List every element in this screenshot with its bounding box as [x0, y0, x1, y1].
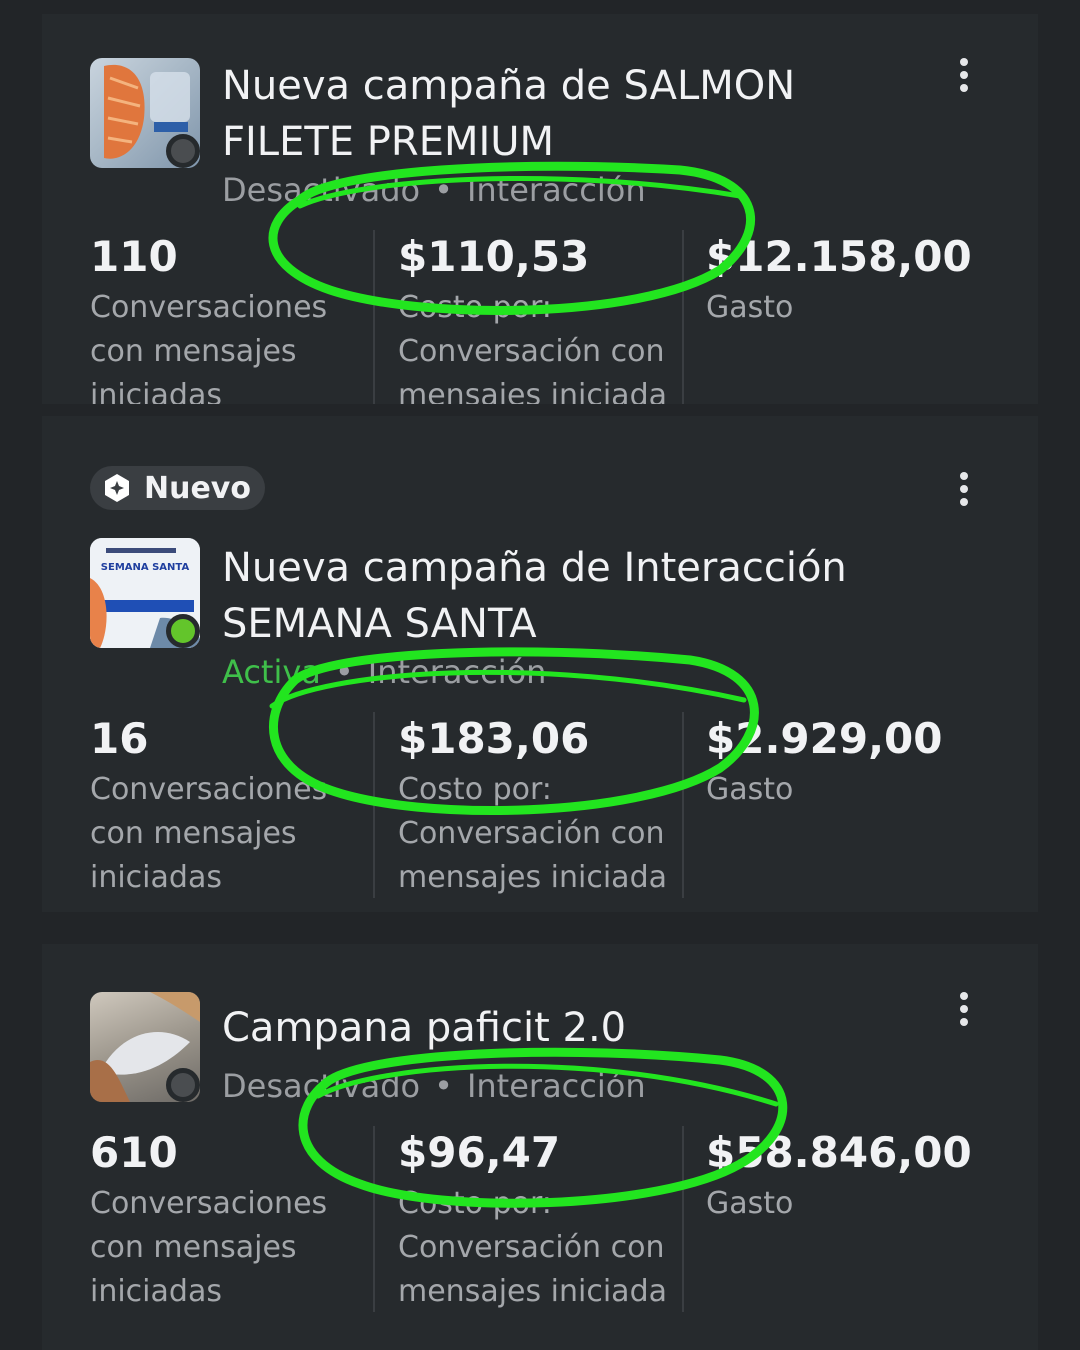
divider [682, 230, 684, 404]
divider [373, 1126, 375, 1312]
separator: • [434, 1067, 453, 1105]
campaign-card[interactable]: Nueva campaña de SALMON FILETE PREMIUM D… [42, 14, 1038, 404]
separator: • [434, 171, 453, 209]
objective-text: Interacción [367, 653, 547, 691]
sparkle-hexagon-icon [105, 474, 129, 502]
new-badge: Nuevo [90, 466, 265, 510]
divider [682, 712, 684, 898]
cost-per-result-value: $110,53 [398, 232, 590, 281]
divider [373, 230, 375, 404]
cost-per-result-label: Costo por: Conversación con mensajes ini… [398, 1186, 667, 1309]
results-value: 610 [90, 1128, 178, 1177]
status-indicator [166, 614, 200, 648]
divider [373, 712, 375, 898]
campaign-card[interactable]: Campana paficit 2.0 Desactivado • Interacc… [42, 944, 1038, 1350]
more-options-icon[interactable] [952, 58, 976, 98]
more-options-icon[interactable] [952, 472, 976, 512]
objective-text: Interacción [466, 171, 646, 209]
separator: • [334, 653, 354, 691]
campaign-subtitle: Desactivado • Interacción [222, 170, 646, 210]
campaign-subtitle: Activa • Interacción [222, 652, 546, 692]
results-label: Conversaciones con mensajes iniciadas [90, 772, 328, 895]
status-text: Activa [222, 653, 321, 691]
results-value: 16 [90, 714, 149, 763]
results-value: 110 [90, 232, 178, 281]
badge-label: Nuevo [144, 470, 251, 506]
results-label: Conversaciones con mensajes iniciadas [90, 1186, 328, 1309]
cost-per-result-label: Costo por: Conversación con mensajes ini… [398, 772, 667, 895]
objective-text: Interacción [466, 1067, 646, 1105]
cost-per-result-label: Costo por: Conversación con mensajes ini… [398, 290, 667, 404]
status-text: Desactivado [222, 1067, 421, 1105]
divider [682, 1126, 684, 1312]
campaign-title[interactable]: Campana paficit 2.0 [222, 1000, 862, 1056]
campaign-title[interactable]: Nueva campaña de SALMON FILETE PREMIUM [222, 58, 862, 170]
spend-value: $2.929,00 [706, 714, 943, 763]
spend-label: Gasto [706, 772, 794, 807]
results-label: Conversaciones con mensajes iniciadas [90, 290, 328, 404]
more-options-icon[interactable] [952, 992, 976, 1032]
cost-per-result-value: $96,47 [398, 1128, 561, 1177]
campaign-title[interactable]: Nueva campaña de Interacción SEMANA SANT… [222, 540, 922, 652]
status-indicator [166, 1068, 200, 1102]
spend-value: $12.158,00 [706, 232, 972, 281]
svg-text:SEMANA SANTA: SEMANA SANTA [101, 562, 190, 573]
status-text: Desactivado [222, 171, 421, 209]
cost-per-result-value: $183,06 [398, 714, 590, 763]
spend-label: Gasto [706, 1186, 794, 1221]
campaign-card[interactable]: Nuevo SEMANA SANTA Nueva campaña de Inte… [42, 416, 1038, 912]
campaign-subtitle: Desactivado • Interacción [222, 1066, 646, 1106]
spend-label: Gasto [706, 290, 794, 325]
spend-value: $58.846,00 [706, 1128, 972, 1177]
status-indicator [166, 134, 200, 168]
